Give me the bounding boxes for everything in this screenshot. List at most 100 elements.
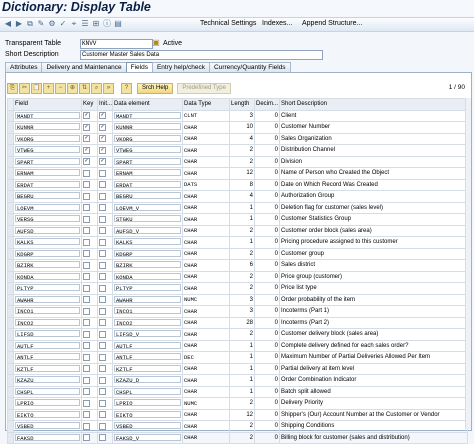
initial-cell[interactable] [97,385,113,398]
move-icon[interactable]: ⇅ [79,83,90,94]
cut-icon[interactable]: ✂ [19,83,30,94]
initial-checkbox[interactable] [99,192,106,200]
key-cell[interactable] [81,178,98,191]
key-cell[interactable] [81,293,98,306]
key-cell[interactable] [81,224,98,237]
initial-cell[interactable] [97,293,113,306]
table-row[interactable]: ANTLF ANTLF DEC 1 0 Maximum Number of Partial… [7,351,468,364]
table-row[interactable]: INCO2 INCO2 CHAR 28 0 Incoterms (Part 2) [7,316,468,329]
key-cell[interactable]: ✓ [81,155,98,168]
key-cell[interactable] [81,236,98,249]
data-element-cell[interactable]: LIFSD_V [112,328,183,341]
search-help-icon[interactable]: ? [121,83,132,94]
key-cell[interactable] [81,431,98,444]
field-cell[interactable]: KALKS [13,236,82,249]
initial-cell[interactable] [97,374,113,387]
copy-icon[interactable]: ⎘ [7,83,18,94]
key-checkbox[interactable]: ✓ [83,112,90,120]
table-row[interactable]: BEGRU BEGRU CHAR 4 0 Authorization Group [7,190,468,203]
initial-checkbox[interactable] [99,399,106,407]
table-row[interactable]: AWAHR AWAHR NUMC 3 0 Order probability of the… [7,293,468,306]
append-structure-button[interactable]: Append Structure... [302,20,362,27]
field-cell[interactable]: LPRIO [13,397,82,410]
initial-checkbox[interactable] [99,330,106,338]
field-cell[interactable]: ERDAT [13,178,82,191]
key-cell[interactable]: ✓ [81,109,98,122]
data-element-cell[interactable]: KUNNR [112,121,183,134]
data-element-cell[interactable]: KALKS [112,236,183,249]
field-cell[interactable]: AUTLF [13,339,82,352]
data-element-cell[interactable]: ERDAT [112,178,183,191]
col-initial[interactable]: Init... [97,98,113,111]
initial-cell[interactable] [97,397,113,410]
activate-icon[interactable]: ⚙ [47,19,57,29]
initial-cell[interactable] [97,316,113,329]
initial-checkbox[interactable]: ✓ [99,146,106,154]
key-checkbox[interactable] [83,181,90,189]
key-checkbox[interactable] [83,342,90,350]
field-cell[interactable]: VTWEG [13,144,82,157]
key-cell[interactable] [81,213,98,226]
key-cell[interactable] [81,374,98,387]
key-checkbox[interactable]: ✓ [83,135,90,143]
data-element-cell[interactable]: KDGRP [112,247,183,260]
initial-cell[interactable] [97,339,113,352]
forward-icon[interactable]: ▶ [14,19,24,29]
initial-checkbox[interactable] [99,169,106,177]
key-cell[interactable] [81,328,98,341]
display-change-icon[interactable]: ✎ [36,19,46,29]
search-next-icon[interactable]: » [103,83,114,94]
field-cell[interactable]: VKORG [13,132,82,145]
short-description-field[interactable]: Customer Master Sales Data [80,50,323,60]
key-checkbox[interactable]: ✓ [83,123,90,131]
key-checkbox[interactable] [83,376,90,384]
key-cell[interactable] [81,362,98,375]
table-row[interactable]: INCO1 INCO1 CHAR 3 0 Incoterms (Part 1) [7,305,468,318]
initial-cell[interactable] [97,236,113,249]
hierarchy-icon[interactable]: ⊞ [91,19,101,29]
field-cell[interactable]: AWAHR [13,293,82,306]
col-decimals[interactable]: Decim... [254,98,280,111]
data-element-cell[interactable]: ANTLF [112,351,183,364]
key-cell[interactable] [81,305,98,318]
field-cell[interactable]: BZIRK [13,259,82,272]
tab-attributes[interactable]: Attributes [5,62,43,72]
data-element-cell[interactable]: PLTYP [112,282,183,295]
initial-cell[interactable] [97,224,113,237]
initial-checkbox[interactable] [99,261,106,269]
table-row[interactable]: ERDAT ERDAT DATS 8 0 Date on Which Record Was… [7,178,468,191]
data-element-cell[interactable]: VKORG [112,132,183,145]
initial-cell[interactable] [97,420,113,433]
col-short-description[interactable]: Short Description [279,98,468,111]
table-row[interactable]: KZTLF KZTLF CHAR 1 0 Partial delivery at item… [7,362,468,375]
initial-checkbox[interactable] [99,215,106,223]
key-checkbox[interactable] [83,169,90,177]
back-icon[interactable]: ◀ [3,19,13,29]
col-field[interactable]: Field [13,98,82,111]
initial-checkbox[interactable] [99,250,106,258]
key-checkbox[interactable] [83,388,90,396]
key-checkbox[interactable] [83,284,90,292]
key-checkbox[interactable] [83,319,90,327]
where-used-icon[interactable]: ⌖ [69,19,79,29]
data-element-cell[interactable]: VTWEG [112,144,183,157]
data-element-cell[interactable]: STGKU [112,213,183,226]
key-checkbox[interactable] [83,307,90,315]
key-cell[interactable] [81,259,98,272]
field-cell[interactable]: LOEVM [13,201,82,214]
key-checkbox[interactable] [83,227,90,235]
field-cell[interactable]: PLTYP [13,282,82,295]
field-cell[interactable]: INCO2 [13,316,82,329]
data-element-cell[interactable]: AWAHR [112,293,183,306]
key-cell[interactable]: ✓ [81,121,98,134]
key-cell[interactable] [81,270,98,283]
field-cell[interactable]: LIFSD [13,328,82,341]
field-cell[interactable]: VSBED [13,420,82,433]
field-cell[interactable]: KONDA [13,270,82,283]
initial-checkbox[interactable] [99,319,106,327]
key-checkbox[interactable] [83,261,90,269]
data-element-cell[interactable]: LPRIO [112,397,183,410]
initial-cell[interactable] [97,259,113,272]
initial-cell[interactable]: ✓ [97,109,113,122]
initial-checkbox[interactable] [99,204,106,212]
